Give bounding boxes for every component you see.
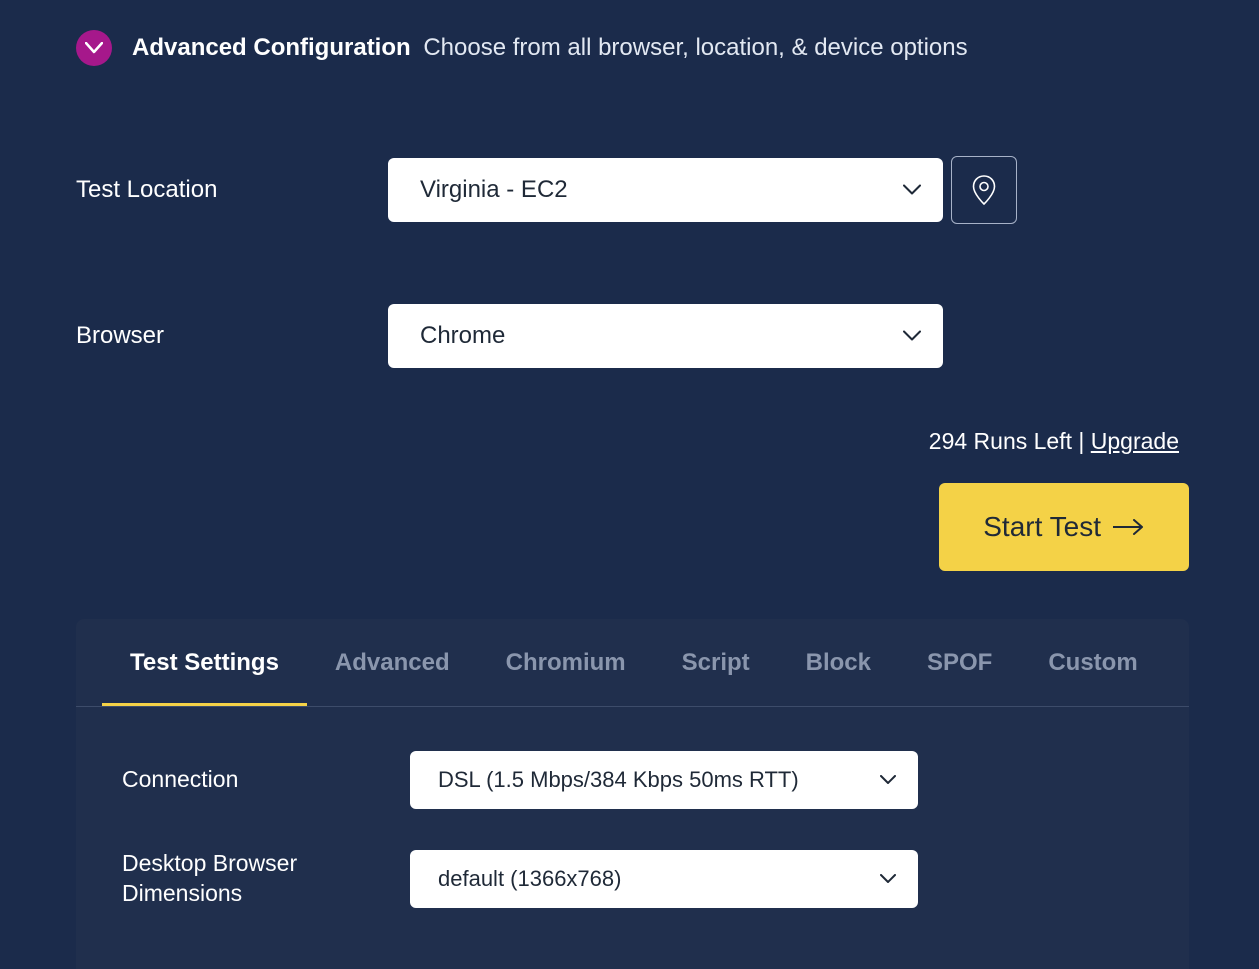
- settings-panel: Test Settings Advanced Chromium Script B…: [76, 619, 1189, 969]
- header-subtitle: Choose from all browser, location, & dev…: [423, 34, 967, 61]
- runs-remaining: 294 Runs Left | Upgrade: [76, 428, 1189, 455]
- advanced-config-header: Advanced Configuration Choose from all b…: [76, 30, 1189, 66]
- connection-row: Connection DSL (1.5 Mbps/384 Kbps 50ms R…: [122, 731, 1143, 829]
- tab-advanced[interactable]: Advanced: [307, 619, 478, 706]
- browser-label: Browser: [76, 322, 388, 350]
- dimensions-label: Desktop Browser Dimensions: [122, 849, 410, 909]
- browser-select[interactable]: Chrome: [388, 304, 943, 368]
- start-test-button[interactable]: Start Test: [939, 483, 1189, 571]
- location-pin-icon: [972, 175, 996, 205]
- browser-value: Chrome: [420, 322, 505, 350]
- connection-value: DSL (1.5 Mbps/384 Kbps 50ms RTT): [438, 767, 799, 793]
- chevron-down-icon: [880, 874, 896, 884]
- start-test-label: Start Test: [983, 511, 1101, 543]
- runs-count: 294 Runs Left: [929, 428, 1072, 454]
- chevron-down-icon: [85, 42, 103, 54]
- browser-row: Browser Chrome: [76, 304, 1189, 368]
- dimensions-select[interactable]: default (1366x768): [410, 850, 918, 908]
- arrow-right-icon: [1113, 519, 1145, 535]
- tab-chromium[interactable]: Chromium: [478, 619, 654, 706]
- chevron-down-icon: [903, 331, 921, 342]
- tab-spof[interactable]: SPOF: [899, 619, 1020, 706]
- connection-select[interactable]: DSL (1.5 Mbps/384 Kbps 50ms RTT): [410, 751, 918, 809]
- header-title: Advanced Configuration: [132, 34, 411, 61]
- test-location-label: Test Location: [76, 176, 388, 204]
- tab-block[interactable]: Block: [778, 619, 899, 706]
- test-location-select[interactable]: Virginia - EC2: [388, 158, 943, 222]
- chevron-down-icon: [880, 775, 896, 785]
- tabs-bar: Test Settings Advanced Chromium Script B…: [76, 619, 1189, 707]
- test-location-value: Virginia - EC2: [420, 176, 568, 204]
- tab-custom[interactable]: Custom: [1020, 619, 1165, 706]
- test-location-row: Test Location Virginia - EC2: [76, 156, 1189, 224]
- tab-test-settings[interactable]: Test Settings: [102, 619, 307, 706]
- location-picker-button[interactable]: [951, 156, 1017, 224]
- dimensions-value: default (1366x768): [438, 866, 621, 892]
- upgrade-link[interactable]: Upgrade: [1091, 428, 1179, 454]
- collapse-toggle[interactable]: [76, 30, 112, 66]
- chevron-down-icon: [903, 185, 921, 196]
- dimensions-row: Desktop Browser Dimensions default (1366…: [122, 829, 1143, 929]
- runs-separator: |: [1072, 428, 1091, 454]
- tab-script[interactable]: Script: [654, 619, 778, 706]
- connection-label: Connection: [122, 765, 410, 795]
